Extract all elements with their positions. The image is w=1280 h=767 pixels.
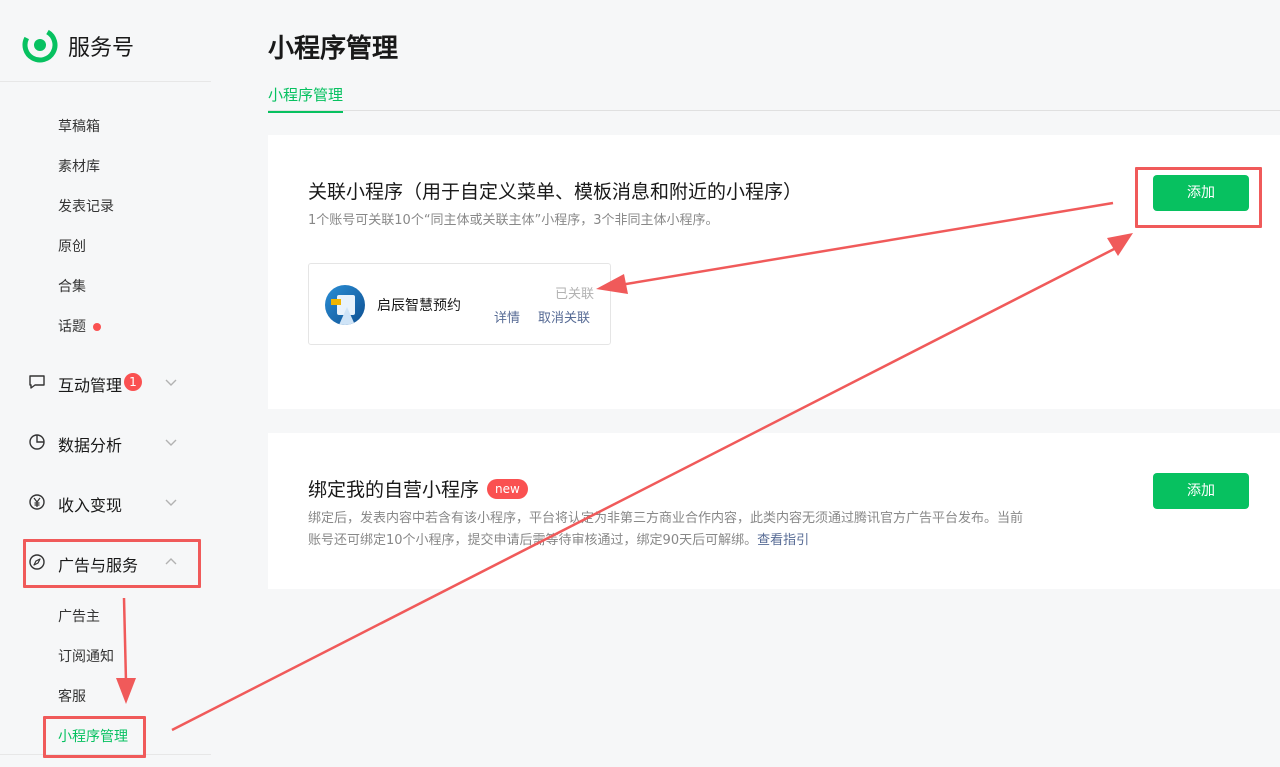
chevron-down-icon: [165, 439, 177, 446]
bind-section-title-row: 绑定我的自营小程序 new: [308, 475, 528, 502]
bind-section-description: 绑定后，发表内容中若含有该小程序，平台将认定为非第三方商业合作内容，此类内容无须…: [308, 508, 1098, 552]
details-link[interactable]: 详情: [494, 307, 520, 326]
sidebar-item-collections[interactable]: 合集: [58, 276, 86, 296]
sidebar-item-materials[interactable]: 素材库: [58, 156, 100, 176]
notification-dot: [93, 323, 101, 331]
unlink-link[interactable]: 取消关联: [538, 307, 590, 326]
sidebar-item-publish-records[interactable]: 发表记录: [58, 196, 114, 216]
tab-bar: 小程序管理: [268, 82, 1280, 113]
bind-section-title: 绑定我的自营小程序: [308, 479, 480, 501]
chat-bubble-icon: [29, 375, 45, 389]
sidebar-item-topics[interactable]: 话题: [58, 316, 101, 336]
sidebar-group-monetization[interactable]: 收入变现: [28, 487, 188, 517]
view-guide-link[interactable]: 查看指引: [757, 533, 809, 548]
sidebar-item-advertiser[interactable]: 广告主: [58, 606, 100, 626]
mini-program-avatar: [325, 285, 365, 325]
chevron-down-icon: [165, 379, 177, 386]
sidebar-group-label: 收入变现: [58, 496, 123, 515]
brand-header: 服务号: [0, 0, 211, 82]
sidebar-group-interaction[interactable]: 互动管理 1: [28, 367, 188, 397]
bind-description-line: 绑定后，发表内容中若含有该小程序，平台将认定为非第三方商业合作内容，此类内容无须…: [308, 511, 1024, 526]
sidebar-group-label: 互动管理: [58, 376, 123, 395]
sidebar-item-customer-service[interactable]: 客服: [58, 686, 86, 706]
bind-description-line: 账号还可绑定10个小程序，提交申请后需等待审核通过，绑定90天后可解绑。查看指引: [308, 530, 1098, 552]
sidebar-group-label: 数据分析: [58, 436, 123, 455]
page-title: 小程序管理: [268, 34, 399, 64]
sidebar-item-topics-label: 话题: [58, 319, 86, 335]
bind-description-text: 账号还可绑定10个小程序，提交申请后需等待审核通过，绑定90天后可解绑。: [308, 533, 758, 548]
sidebar-group-data-analysis[interactable]: 数据分析: [28, 427, 188, 457]
unread-count-badge: 1: [124, 373, 142, 391]
chevron-down-icon: [165, 499, 177, 506]
brand-name[interactable]: 服务号: [68, 30, 134, 62]
linked-mini-programs-card: 关联小程序（用于自定义菜单、模板消息和附近的小程序） 1个账号可关联10个“同主…: [268, 135, 1280, 409]
wechat-service-logo-icon: [22, 27, 58, 63]
linked-section-title: 关联小程序（用于自定义菜单、模板消息和附近的小程序）: [308, 181, 803, 203]
highlight-box-add-button: [1135, 167, 1262, 228]
tab-mini-program-management[interactable]: 小程序管理: [268, 84, 344, 113]
mini-program-item: 启辰智慧预约 已关联 详情 取消关联: [308, 263, 611, 345]
bind-own-mini-program-card: 绑定我的自营小程序 new 绑定后，发表内容中若含有该小程序，平台将认定为非第三方…: [268, 433, 1280, 589]
highlight-box-ads-services: [23, 539, 201, 588]
yen-icon: [29, 494, 45, 510]
new-badge: new: [487, 479, 528, 499]
link-status: 已关联: [554, 287, 594, 302]
highlight-box-mini-program-management: [43, 716, 146, 758]
mini-program-name: 启辰智慧预约: [377, 298, 461, 314]
add-own-mini-program-button[interactable]: 添加: [1153, 473, 1249, 509]
sidebar-item-drafts[interactable]: 草稿箱: [58, 116, 100, 136]
sidebar: 服务号 草稿箱 素材库 发表记录 原创 合集 话题 互动管理 1 数据分析 收入…: [0, 0, 211, 767]
sidebar-item-subscription-notice[interactable]: 订阅通知: [58, 646, 114, 666]
linked-section-subtitle: 1个账号可关联10个“同主体或关联主体”小程序，3个非同主体小程序。: [308, 213, 719, 228]
pie-chart-icon: [29, 434, 45, 450]
sidebar-item-original[interactable]: 原创: [58, 236, 86, 256]
